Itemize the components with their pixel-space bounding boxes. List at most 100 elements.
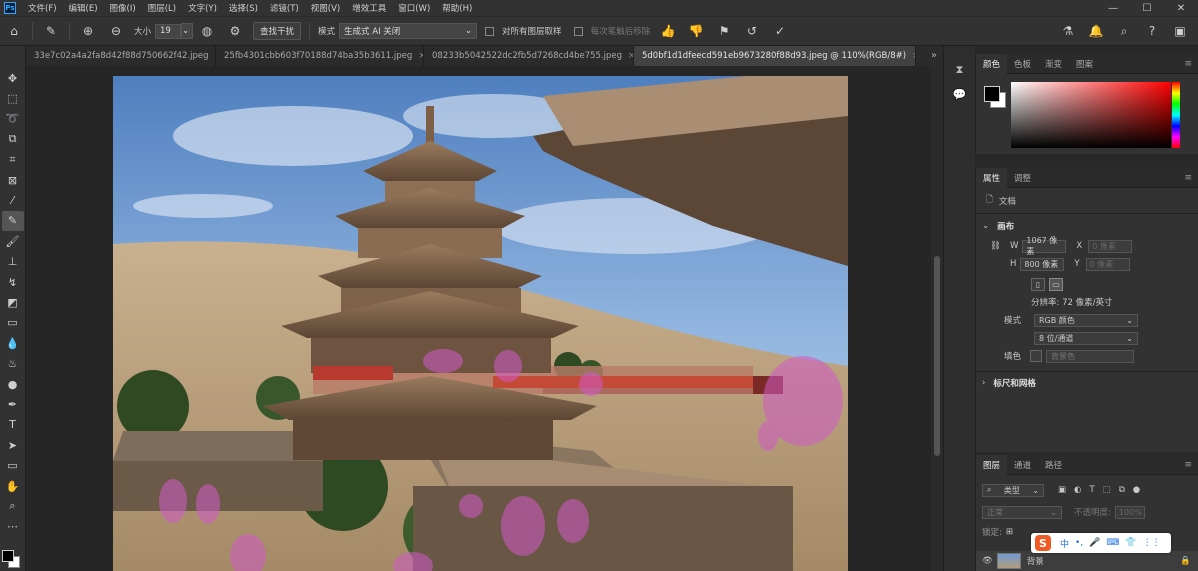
minimize-button[interactable]: — (1096, 0, 1130, 16)
menu-file[interactable]: 文件(F) (22, 2, 63, 14)
document-tab[interactable]: 25fb4301cbb603f70188d74ba35b3611.jpeg× (216, 46, 424, 66)
portrait-orientation-button[interactable]: ▯ (1031, 277, 1045, 291)
tab-adjustments[interactable]: 调整 (1007, 168, 1038, 188)
menu-plugins[interactable]: 增效工具 (346, 2, 392, 14)
document-tab[interactable]: 33e7c02a4a2fa8d42f88d750662f42.jpeg× (26, 46, 216, 66)
skin-icon[interactable]: 👕 (1125, 538, 1136, 548)
beaker-icon[interactable]: ⚗ (1058, 21, 1078, 41)
filter-smart-icon[interactable]: ⧉ (1119, 485, 1125, 495)
panel-menu-icon[interactable]: ≡ (1184, 59, 1192, 69)
search-icon[interactable]: ⌕ (1114, 21, 1134, 41)
object-select-tool-icon[interactable]: ⧉ (2, 129, 24, 149)
sample-all-layers-checkbox[interactable] (485, 26, 495, 36)
undo-icon[interactable]: ↺ (742, 21, 762, 41)
input-method-bar[interactable]: S 中 •, 🎤 ⌨ 👕 ⋮⋮ (1031, 533, 1171, 553)
thumbs-up-icon[interactable]: 👍 (658, 21, 678, 41)
tab-swatches[interactable]: 色板 (1007, 54, 1038, 74)
scrollbar-thumb[interactable] (934, 256, 940, 456)
close-button[interactable]: ✕ (1164, 0, 1198, 16)
apps-grid-icon[interactable]: ⋮⋮ (1143, 538, 1161, 548)
panel-menu-icon[interactable]: ≡ (1184, 173, 1192, 183)
menu-window[interactable]: 窗口(W) (392, 2, 436, 14)
history-panel-icon[interactable]: ⧗ (950, 60, 970, 80)
history-brush-tool-icon[interactable]: ↯ (2, 272, 24, 292)
stamp-tool-icon[interactable]: ⊥ (2, 252, 24, 272)
more-tabs-icon[interactable]: » (931, 50, 937, 61)
marquee-tool-icon[interactable]: ⬚ (2, 88, 24, 108)
gradient-tool-icon[interactable]: ▭ (2, 313, 24, 333)
remove-tool-icon[interactable]: ✎ (1, 210, 24, 232)
eyedropper-tool-icon[interactable]: ⁄ (2, 190, 24, 210)
remove-tool-preset-icon[interactable]: ✎ (41, 21, 61, 41)
lock-icon[interactable]: 🔒 (1180, 556, 1191, 566)
bell-icon[interactable]: 🔔 (1086, 21, 1106, 41)
maximize-button[interactable]: ☐ (1130, 0, 1164, 16)
width-input[interactable]: 1067 像素 (1022, 236, 1067, 256)
canvas-area[interactable] (26, 66, 931, 571)
color-picker-field[interactable] (1011, 82, 1171, 148)
lasso-tool-icon[interactable]: ➰ (2, 109, 24, 129)
menu-layer[interactable]: 图层(L) (142, 2, 182, 14)
home-icon[interactable]: ⌂ (4, 21, 24, 41)
color-mode-select[interactable]: RGB 颜色 ⌄ (1034, 313, 1138, 327)
filter-pixel-icon[interactable]: ▣ (1058, 485, 1066, 495)
type-tool-icon[interactable]: T (2, 415, 24, 435)
help-icon[interactable]: ? (1142, 21, 1162, 41)
document-tab-active[interactable]: 5d0bf1d1dfeecd591eb9673280f88d93.jpeg @ … (634, 46, 916, 66)
mode-select[interactable]: 生成式 AI 关闭 ⌄ (339, 23, 478, 39)
blend-mode-select[interactable]: 正常 ⌄ (982, 505, 1062, 519)
filter-adjust-icon[interactable]: ◐ (1074, 485, 1081, 495)
tab-close-icon[interactable]: × (912, 51, 915, 61)
y-input[interactable]: 0 像素 (1085, 257, 1130, 271)
workspace-icon[interactable]: ▣ (1170, 21, 1190, 41)
gear-icon[interactable]: ⚙ (225, 21, 245, 41)
filter-shape-icon[interactable]: ⬚ (1103, 485, 1111, 495)
microphone-icon[interactable]: 🎤 (1089, 538, 1100, 548)
dodge-tool-icon[interactable]: ♨ (2, 353, 24, 373)
document-tab[interactable]: 08233b5042522dc2fb5d7268cd4be755.jpeg× (424, 46, 634, 66)
flag-icon[interactable]: ⚑ (714, 21, 734, 41)
vertical-scrollbar[interactable] (931, 66, 943, 571)
link-icon[interactable]: ⛓ (990, 241, 1004, 251)
pressure-size-icon[interactable]: ◍ (197, 21, 217, 41)
tab-layers[interactable]: 图层 (976, 454, 1008, 475)
remove-after-stroke-checkbox[interactable] (573, 26, 583, 36)
ime-punctuation-toggle[interactable]: •, (1075, 538, 1083, 548)
rectangle-tool-icon[interactable]: ▭ (2, 455, 24, 475)
eraser-tool-icon[interactable]: ◩ (2, 292, 24, 312)
chevron-down-icon[interactable]: ⌄ (982, 221, 989, 231)
opacity-input[interactable]: 100% (1114, 505, 1145, 519)
pen-tool-icon[interactable]: ✒ (2, 394, 24, 414)
brush-add-icon[interactable]: ⊕ (78, 21, 98, 41)
tab-properties[interactable]: 属性 (976, 167, 1008, 188)
find-distractions-button[interactable]: 查找干扰 (253, 22, 302, 40)
filter-type-icon[interactable]: T (1089, 485, 1094, 495)
bit-depth-select[interactable]: 8 位/通道 ⌄ (1034, 331, 1138, 345)
crop-tool-icon[interactable]: ⌗ (2, 150, 24, 170)
fill-color-swatch[interactable] (1030, 350, 1042, 362)
layer-row-background[interactable]: 👁 背景 🔒 (976, 551, 1198, 571)
tab-gradients[interactable]: 渐变 (1038, 54, 1069, 74)
fill-select[interactable]: 背景色 (1046, 349, 1134, 363)
filter-toggle-icon[interactable]: ● (1133, 485, 1140, 495)
eye-icon[interactable]: 👁 (982, 556, 993, 566)
lock-transparent-icon[interactable]: ⊞ (1006, 527, 1013, 537)
zoom-tool-icon[interactable]: ⌕ (2, 496, 24, 516)
tab-color[interactable]: 颜色 (976, 53, 1008, 74)
more-tools-icon[interactable]: ⋯ (2, 517, 24, 537)
menu-filter[interactable]: 滤镜(T) (264, 2, 305, 14)
thumbs-down-icon[interactable]: 👎 (686, 21, 706, 41)
hand-tool-icon[interactable]: ✋ (2, 476, 24, 496)
landscape-orientation-button[interactable]: ▭ (1049, 277, 1063, 291)
menu-image[interactable]: 图像(I) (104, 2, 142, 14)
comments-panel-icon[interactable]: 💬 (950, 84, 970, 104)
menu-edit[interactable]: 编辑(E) (63, 2, 104, 14)
frame-tool-icon[interactable]: ⊠ (2, 170, 24, 190)
path-select-tool-icon[interactable]: ➤ (2, 435, 24, 455)
menu-view[interactable]: 视图(V) (305, 2, 346, 14)
size-input[interactable]: 19 (155, 23, 182, 39)
layer-filter-select[interactable]: ⌕ 类型 ⌄ (982, 483, 1044, 497)
menu-select[interactable]: 选择(S) (223, 2, 264, 14)
brush-tool-icon[interactable]: 🖌 (2, 231, 24, 251)
menu-help[interactable]: 帮助(H) (436, 2, 478, 14)
